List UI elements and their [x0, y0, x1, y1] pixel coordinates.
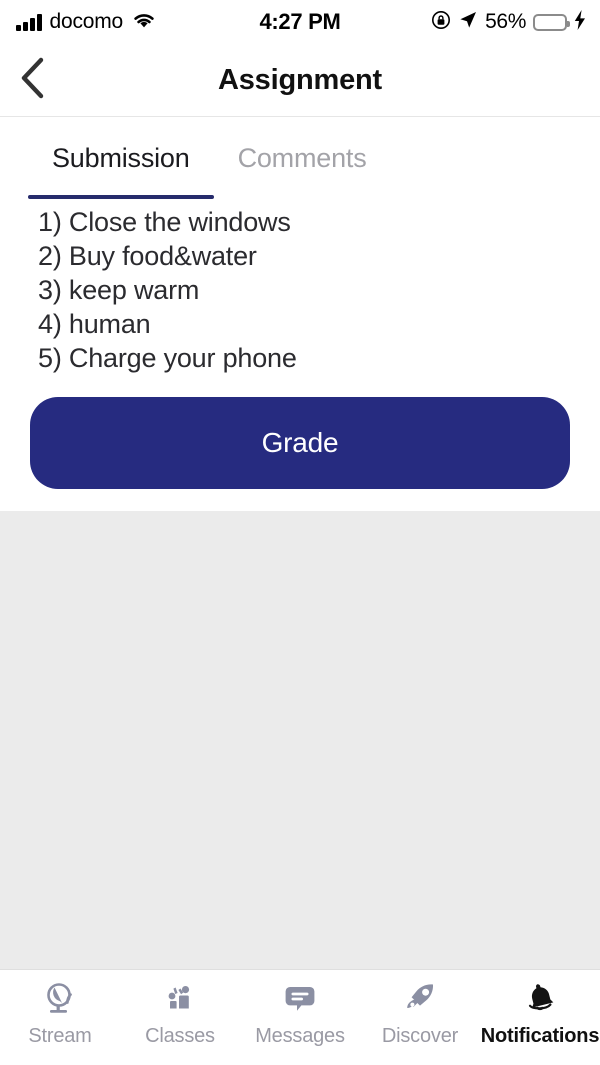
submission-line: 4) human [38, 309, 151, 339]
submission-line: 2) Buy food&water [38, 241, 257, 271]
back-button[interactable] [2, 49, 64, 111]
battery-percent-label: 56% [485, 10, 526, 33]
phone-screen: docomo 4:27 PM 56% Assignment Submission… [0, 0, 600, 1065]
submission-card: Submission Comments 1) Close the windows… [0, 117, 600, 511]
tab-strip: Submission Comments [0, 117, 600, 199]
bottom-tab-messages-label: Messages [255, 1025, 345, 1047]
bottom-tab-discover[interactable]: Discover [360, 978, 480, 1048]
nav-bar: Assignment [0, 44, 600, 117]
grade-button[interactable]: Grade [30, 397, 570, 489]
submission-text: 1) Close the windows 2) Buy food&water 3… [0, 199, 600, 375]
grade-button-container: Grade [0, 375, 600, 489]
bottom-tab-bar: Stream Classes Messages Discover Notific… [0, 969, 600, 1065]
bottom-tab-stream-label: Stream [28, 1025, 92, 1047]
rotation-lock-icon [431, 10, 451, 35]
status-bar-right: 56% [431, 9, 586, 35]
location-arrow-icon [458, 10, 478, 35]
tab-submission-label: Submission [52, 142, 190, 173]
bottom-tab-classes-label: Classes [145, 1025, 215, 1047]
bell-icon [521, 978, 559, 1018]
charging-bolt-icon [574, 9, 586, 35]
chat-bubble-icon [281, 978, 319, 1018]
wifi-icon [131, 10, 157, 34]
rocket-icon [401, 978, 439, 1018]
chevron-left-icon [18, 57, 48, 104]
submission-line: 5) Charge your phone [38, 343, 297, 373]
status-bar-left: docomo [16, 10, 431, 34]
status-bar: docomo 4:27 PM 56% [0, 0, 600, 44]
empty-content-area [0, 511, 600, 969]
submission-line: 1) Close the windows [38, 207, 291, 237]
signal-bars-icon [16, 13, 42, 31]
bottom-tab-notifications[interactable]: Notifications [480, 978, 600, 1048]
tab-comments[interactable]: Comments [214, 117, 391, 199]
carrier-label: docomo [49, 10, 124, 33]
students-icon [161, 978, 199, 1018]
globe-icon [41, 978, 79, 1018]
battery-icon [533, 13, 570, 31]
bottom-tab-discover-label: Discover [381, 1025, 459, 1047]
bottom-tab-messages[interactable]: Messages [240, 978, 360, 1048]
bottom-tab-notifications-label: Notifications [480, 1025, 600, 1047]
bottom-tab-classes[interactable]: Classes [120, 978, 240, 1048]
tab-submission[interactable]: Submission [28, 117, 214, 199]
bottom-tab-stream[interactable]: Stream [0, 978, 120, 1048]
submission-line: 3) keep warm [38, 275, 200, 305]
page-title: Assignment [218, 63, 382, 96]
tab-active-underline [28, 195, 214, 199]
tab-comments-label: Comments [237, 142, 367, 173]
